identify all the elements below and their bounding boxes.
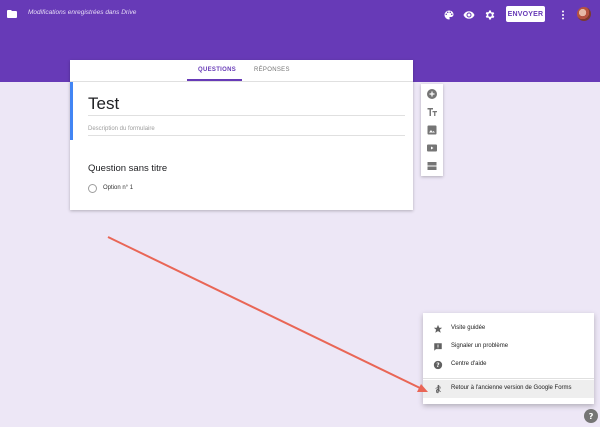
- help-icon: ?: [433, 360, 443, 370]
- description-underline: [88, 135, 405, 136]
- form-card: QUESTIONS RÉPONSES Test Description du f…: [70, 60, 413, 210]
- avatar[interactable]: [577, 7, 591, 21]
- tab-questions[interactable]: QUESTIONS: [198, 67, 236, 73]
- send-button[interactable]: ENVOYER: [506, 6, 545, 22]
- menu-item-label: Visite guidée: [451, 325, 486, 331]
- menu-divider: [423, 378, 594, 379]
- menu-item-label: Centre d'aide: [451, 361, 487, 367]
- star-icon: [433, 324, 443, 333]
- add-question-icon[interactable]: [426, 88, 438, 100]
- folder-icon[interactable]: [6, 8, 18, 20]
- image-icon[interactable]: [426, 124, 438, 136]
- help-button[interactable]: ?: [584, 409, 598, 423]
- form-description-field[interactable]: Description du formulaire: [88, 126, 155, 132]
- form-title[interactable]: Test: [88, 94, 119, 114]
- video-icon[interactable]: [426, 142, 438, 154]
- menu-item-help-center[interactable]: ? Centre d'aide: [423, 356, 594, 374]
- section-icon[interactable]: [426, 160, 438, 172]
- title-underline: [88, 115, 405, 116]
- tab-responses[interactable]: RÉPONSES: [254, 67, 290, 73]
- menu-item-guided-tour[interactable]: Visite guidée: [423, 320, 594, 338]
- question-mark-icon: ?: [589, 411, 594, 421]
- more-vert-icon[interactable]: [557, 9, 569, 21]
- feedback-icon: [434, 343, 442, 351]
- side-toolbar: [421, 84, 443, 176]
- menu-item-report-problem[interactable]: Signaler un problème: [423, 338, 594, 356]
- help-menu: Visite guidée Signaler un problème ? Cen…: [423, 313, 594, 404]
- svg-text:?: ?: [436, 363, 439, 369]
- walk-icon: [435, 384, 441, 394]
- title-text-icon[interactable]: [426, 106, 438, 118]
- menu-item-revert-old-version[interactable]: Retour à l'ancienne version de Google Fo…: [423, 380, 594, 398]
- palette-icon[interactable]: [443, 9, 455, 21]
- gear-icon[interactable]: [484, 9, 496, 21]
- tab-bar: QUESTIONS RÉPONSES: [70, 60, 413, 82]
- svg-text:?: ?: [589, 411, 594, 421]
- form-title-section[interactable]: Test Description du formulaire: [70, 82, 413, 140]
- option-label[interactable]: Option n° 1: [103, 185, 133, 191]
- eye-icon[interactable]: [463, 9, 475, 21]
- question-title[interactable]: Question sans titre: [88, 163, 167, 174]
- save-status-text: Modifications enregistrées dans Drive: [28, 9, 137, 16]
- radio-button[interactable]: [88, 184, 97, 193]
- menu-item-label: Signaler un problème: [451, 343, 509, 349]
- menu-item-label: Retour à l'ancienne version de Google Fo…: [451, 385, 572, 391]
